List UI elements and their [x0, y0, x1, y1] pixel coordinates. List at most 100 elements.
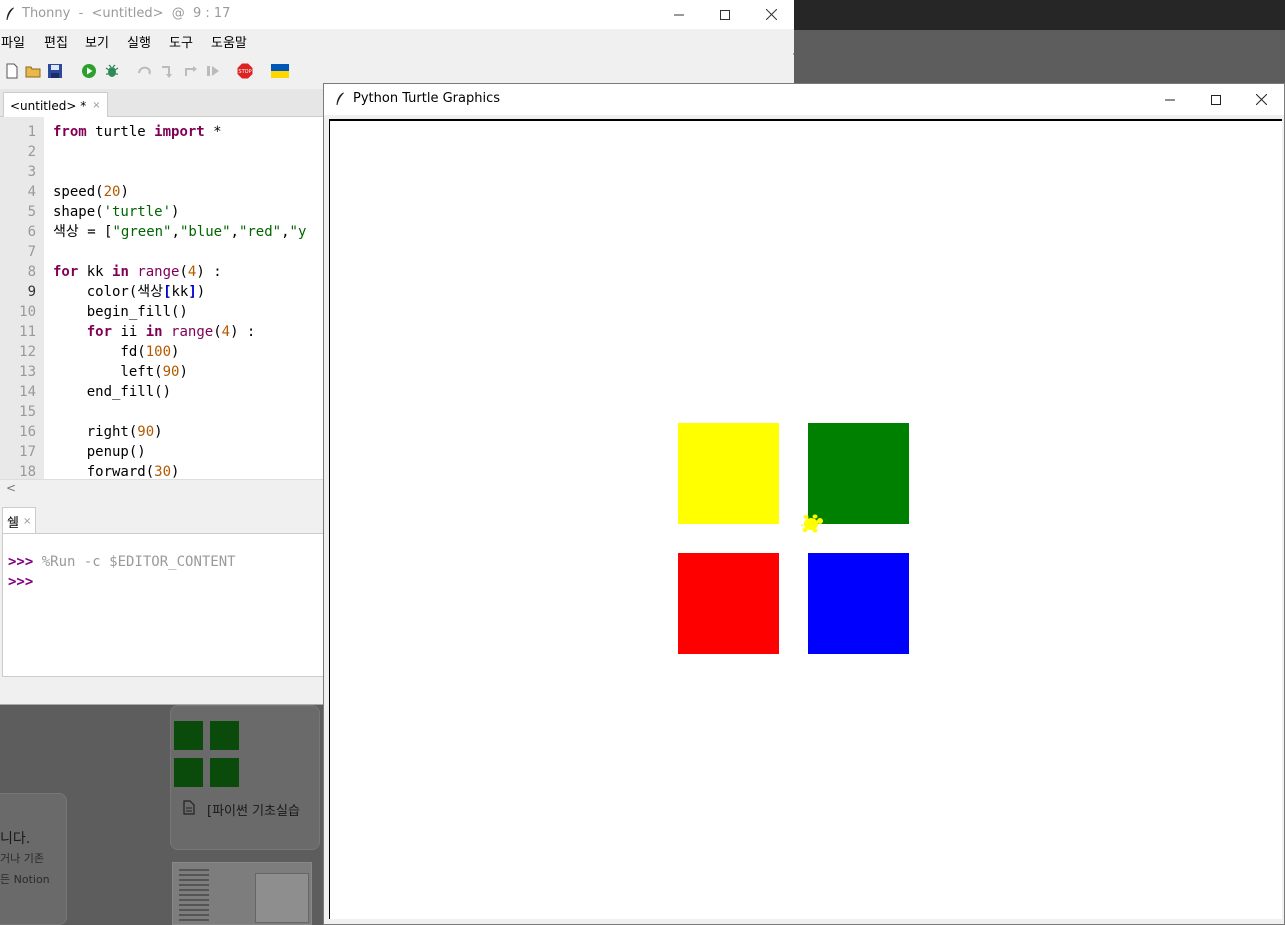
code-line[interactable]: right(90) — [53, 422, 163, 442]
background-screenshot-thumbnail[interactable] — [172, 862, 312, 925]
code-token: 4 — [221, 324, 231, 340]
tab-untitled[interactable]: <untitled> * × — [3, 92, 108, 118]
code-line[interactable]: 색상 = ["green","blue","red","y — [53, 222, 306, 242]
code-line[interactable]: penup() — [53, 442, 146, 462]
horizontal-scrollbar[interactable]: < — [0, 479, 324, 497]
tab-close-icon[interactable]: × — [23, 516, 31, 527]
stop-icon[interactable]: STOP — [237, 63, 253, 79]
code-token: in — [112, 264, 129, 280]
shell-line: >>> %Run -c $EDITOR_CONTENT — [8, 552, 236, 572]
maximize-button[interactable] — [702, 0, 748, 29]
code-token: ) — [171, 204, 180, 220]
code-token: kk — [171, 284, 189, 300]
menu-run[interactable]: 실행 — [127, 32, 151, 51]
shell-console[interactable]: >>> %Run -c $EDITOR_CONTENT >>> — [2, 533, 324, 677]
code-token: [ — [163, 284, 172, 300]
code-line[interactable]: from turtle import * — [53, 122, 222, 142]
close-icon — [765, 9, 777, 20]
code-line[interactable]: left(90) — [53, 362, 187, 382]
code-token: forward( — [53, 464, 155, 479]
code-token: kk — [78, 264, 113, 280]
code-token: left( — [53, 364, 163, 380]
code-line[interactable]: fd(100) — [53, 342, 179, 362]
code-token: shape( — [53, 204, 104, 220]
page-icon — [183, 800, 195, 815]
code-token: , — [230, 224, 239, 240]
code-line[interactable]: color(색상[kk]) — [53, 282, 206, 302]
shell-line[interactable]: >>> — [8, 572, 33, 592]
tab-label: 쉘 — [7, 516, 19, 531]
scroll-left-icon[interactable]: < — [6, 481, 16, 495]
background-thumbnail-square — [174, 721, 203, 750]
window-title: Thonny - <untitled> @ 9 : 17 — [22, 6, 231, 21]
background-side-text: 니다. — [0, 831, 31, 847]
tab-shell[interactable]: 쉘 × — [2, 507, 37, 535]
code-token: ) : — [196, 264, 222, 280]
shell-prompt: >>> — [8, 554, 34, 570]
code-token: speed( — [53, 184, 104, 200]
svg-text:STOP: STOP — [238, 69, 251, 75]
line-number: 6 — [27, 224, 36, 240]
code-line[interactable]: forward(30) — [53, 462, 180, 479]
line-number-gutter: 1 2 3 4 5 6 7 8 9 10 11 12 13 14 15 16 1… — [0, 117, 44, 479]
code-token: from — [53, 124, 87, 140]
close-button[interactable] — [1238, 84, 1284, 115]
code-line[interactable]: for ii in range(4) : — [53, 322, 256, 342]
code-token: ) — [171, 344, 180, 360]
code-line[interactable]: end_fill() — [53, 382, 171, 402]
save-icon[interactable] — [47, 63, 63, 79]
turtle-titlebar: Python Turtle Graphics — [324, 84, 1284, 115]
blue-square — [808, 553, 909, 654]
line-number-current: 9 — [27, 284, 36, 300]
debug-icon[interactable] — [104, 63, 120, 79]
code-line[interactable]: speed(20) — [53, 182, 129, 202]
code-line[interactable]: begin_fill() — [53, 302, 188, 322]
editor-tab-bar: <untitled> * × — [0, 89, 324, 118]
line-number: 12 — [19, 344, 36, 360]
line-number: 18 — [19, 464, 36, 479]
turtle-canvas — [329, 119, 1282, 919]
step-out-icon[interactable] — [183, 63, 199, 79]
line-number: 15 — [19, 404, 36, 420]
background-card-title[interactable]: [파이썬 기초실습 — [207, 800, 300, 819]
line-number: 16 — [19, 424, 36, 440]
code-token: in — [145, 324, 163, 340]
open-folder-icon[interactable] — [25, 63, 41, 79]
maximize-button[interactable] — [1193, 84, 1239, 115]
menu-edit[interactable]: 편집 — [44, 32, 68, 51]
code-token: 100 — [145, 344, 172, 360]
run-icon[interactable] — [81, 63, 97, 79]
code-token: ii — [112, 324, 146, 340]
code-editor[interactable]: 1 2 3 4 5 6 7 8 9 10 11 12 13 14 15 16 1… — [0, 117, 324, 479]
maximize-icon — [720, 9, 730, 20]
code-token: "red" — [238, 224, 282, 240]
menu-tools[interactable]: 도구 — [169, 32, 193, 51]
close-button[interactable] — [748, 0, 794, 29]
code-line[interactable]: for kk in range(4) : — [53, 262, 222, 282]
minimize-button[interactable] — [656, 0, 702, 29]
new-file-icon[interactable] — [4, 63, 20, 79]
minimize-button[interactable] — [1147, 84, 1193, 115]
menu-help[interactable]: 도움말 — [211, 32, 247, 51]
ukraine-flag-icon[interactable] — [271, 63, 289, 79]
code-token: ) — [120, 184, 129, 200]
code-line[interactable]: shape('turtle') — [53, 202, 179, 222]
code-token: 30 — [154, 464, 172, 479]
code-token: turtle — [86, 124, 155, 140]
code-token: 90 — [137, 424, 155, 440]
step-over-icon[interactable] — [137, 63, 153, 79]
line-number: 3 — [27, 164, 36, 180]
turtle-window: Python Turtle Graphics — [323, 83, 1285, 925]
code-token: , — [281, 224, 290, 240]
line-number: 8 — [27, 264, 36, 280]
resume-icon[interactable] — [205, 63, 221, 79]
background-side-text: 든 Notion — [0, 873, 50, 886]
line-number: 7 — [27, 244, 36, 260]
step-into-icon[interactable] — [160, 63, 176, 79]
yellow-square — [678, 423, 779, 524]
tab-close-icon[interactable]: × — [92, 100, 100, 111]
menu-view[interactable]: 보기 — [85, 32, 109, 51]
menu-file[interactable]: 파일 — [1, 32, 25, 51]
code-token: "y — [289, 224, 307, 240]
